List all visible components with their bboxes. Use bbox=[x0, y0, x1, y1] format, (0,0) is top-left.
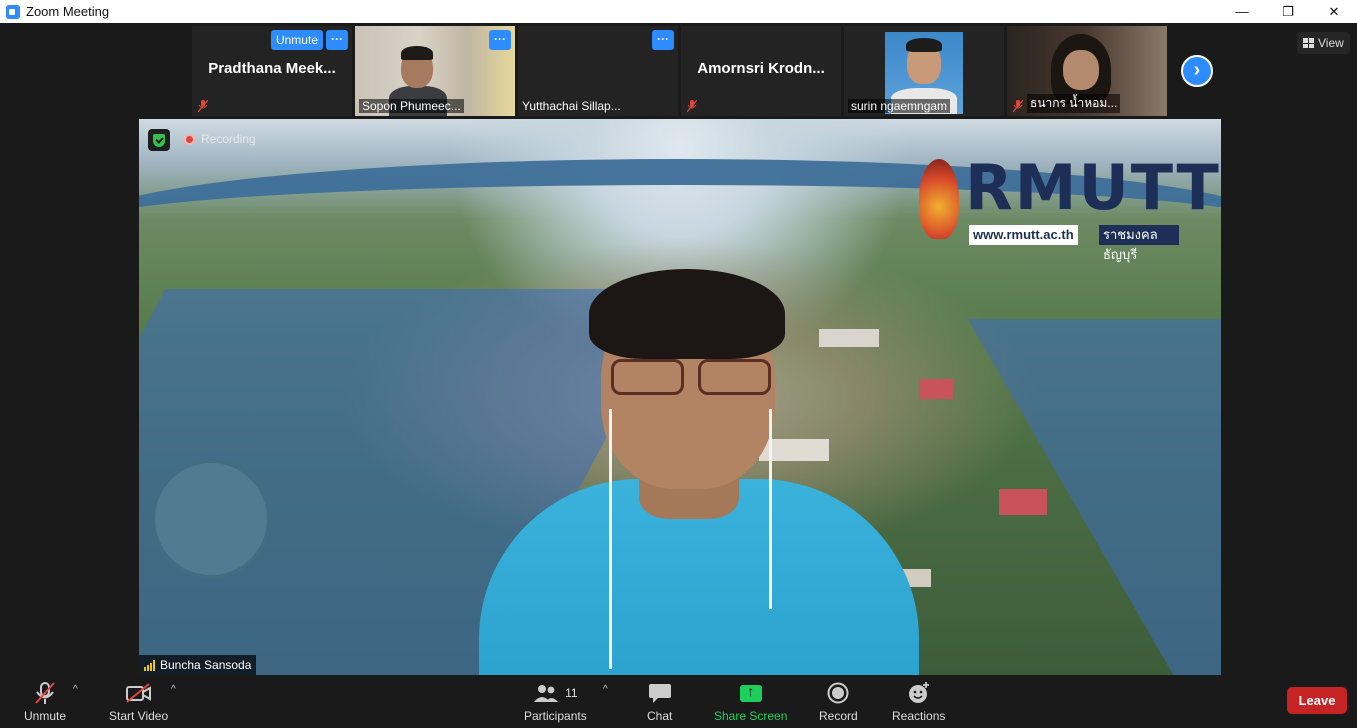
chevron-right-icon: › bbox=[1193, 59, 1201, 81]
participants-button[interactable]: 11 Participants bbox=[524, 681, 587, 723]
mic-muted-icon bbox=[687, 100, 697, 112]
participant-tile-pradthana[interactable]: Unmute ··· Pradthana Meek... bbox=[192, 26, 352, 116]
restore-button[interactable]: ❐ bbox=[1265, 0, 1311, 23]
title-bar: Zoom Meeting — ❐ ✕ bbox=[0, 0, 1357, 23]
chat-icon bbox=[648, 684, 671, 703]
participant-tile-yutthachai[interactable]: ··· Yutthachai Sillap... bbox=[518, 26, 678, 116]
record-icon bbox=[827, 682, 849, 704]
reactions-button[interactable]: Reactions bbox=[892, 681, 945, 723]
video-off-icon bbox=[125, 683, 151, 703]
recording-indicator: Recording bbox=[184, 132, 256, 146]
meeting-toolbar: Unmute ^ Start Video ^ 11 Participants ^ bbox=[0, 675, 1357, 728]
logo-url: www.rmutt.ac.th bbox=[969, 225, 1078, 245]
record-dot-icon bbox=[184, 133, 195, 145]
logo-wordmark: RMUTT bbox=[965, 151, 1221, 224]
participant-tile-thanakorn[interactable]: ธนากร น้ำหอม... bbox=[1007, 26, 1167, 116]
chat-button[interactable]: Chat bbox=[647, 681, 672, 723]
active-speaker-video: RMUTT www.rmutt.ac.th ราชมงคลธัญบุรี Rec… bbox=[139, 119, 1221, 675]
unmute-label: Unmute bbox=[24, 709, 67, 723]
meeting-stage: Unmute ··· Pradthana Meek... ··· Sopon P… bbox=[0, 23, 1357, 675]
start-video-button[interactable]: Start Video bbox=[109, 681, 168, 723]
recording-label: Recording bbox=[201, 132, 256, 146]
participant-name: Yutthachai Sillap... bbox=[522, 99, 621, 113]
unmute-button[interactable]: Unmute bbox=[24, 681, 66, 723]
share-screen-button[interactable]: Share Screen bbox=[714, 681, 788, 724]
next-page-button[interactable]: › bbox=[1181, 55, 1213, 87]
window-title: Zoom Meeting bbox=[26, 4, 110, 19]
participant-name: Amornsri Krodn... bbox=[697, 60, 825, 77]
share-screen-icon bbox=[739, 683, 762, 702]
participant-name: surin ngaemngam bbox=[848, 99, 951, 113]
minimize-button[interactable]: — bbox=[1219, 0, 1265, 23]
speaker-name-tag: Buncha Sansoda bbox=[139, 655, 257, 675]
video-options-caret[interactable]: ^ bbox=[171, 684, 176, 695]
speaker-name: Buncha Sansoda bbox=[160, 658, 252, 672]
zoom-logo-icon bbox=[6, 4, 20, 19]
more-options-button[interactable]: ··· bbox=[489, 30, 511, 50]
reactions-icon bbox=[908, 682, 929, 703]
participants-label: Participants bbox=[524, 709, 587, 723]
participants-count: 11 bbox=[565, 686, 578, 700]
mic-muted-icon bbox=[35, 682, 55, 704]
mic-muted-icon bbox=[198, 100, 208, 112]
participant-tile-surin[interactable]: surin ngaemngam bbox=[844, 26, 1004, 116]
grid-view-icon bbox=[1303, 38, 1314, 48]
more-options-button[interactable]: ··· bbox=[326, 30, 348, 50]
speaker-figure bbox=[439, 269, 959, 675]
chat-label: Chat bbox=[647, 709, 673, 723]
signal-strength-icon bbox=[144, 659, 155, 671]
more-options-button[interactable]: ··· bbox=[652, 30, 674, 50]
participant-name: Pradthana Meek... bbox=[208, 60, 336, 77]
participant-tile-sopon[interactable]: ··· Sopon Phumeec... bbox=[355, 26, 515, 116]
view-label: View bbox=[1318, 36, 1344, 50]
rmutt-logo: RMUTT www.rmutt.ac.th ราชมงคลธัญบุรี bbox=[919, 153, 1219, 262]
close-button[interactable]: ✕ bbox=[1311, 0, 1357, 23]
leave-button[interactable]: Leave bbox=[1287, 687, 1347, 714]
participants-icon bbox=[534, 685, 559, 702]
logo-thai-name: ราชมงคลธัญบุรี bbox=[1099, 225, 1179, 262]
view-button[interactable]: View bbox=[1297, 32, 1350, 54]
participant-name: Sopon Phumeec... bbox=[359, 99, 464, 113]
start-video-label: Start Video bbox=[109, 709, 169, 723]
audio-options-caret[interactable]: ^ bbox=[73, 684, 78, 695]
university-seal-icon bbox=[919, 159, 959, 239]
record-button[interactable]: Record bbox=[819, 681, 858, 723]
participants-options-caret[interactable]: ^ bbox=[603, 684, 608, 695]
reactions-label: Reactions bbox=[892, 709, 946, 723]
share-screen-label: Share Screen bbox=[714, 709, 788, 723]
participant-name: ธนากร น้ำหอม... bbox=[1027, 94, 1121, 113]
security-shield-icon[interactable] bbox=[148, 129, 170, 151]
mic-muted-icon bbox=[1013, 100, 1023, 112]
record-label: Record bbox=[819, 709, 858, 723]
ask-unmute-button[interactable]: Unmute bbox=[270, 30, 323, 50]
participant-tile-amornsri[interactable]: Amornsri Krodn... bbox=[681, 26, 841, 116]
